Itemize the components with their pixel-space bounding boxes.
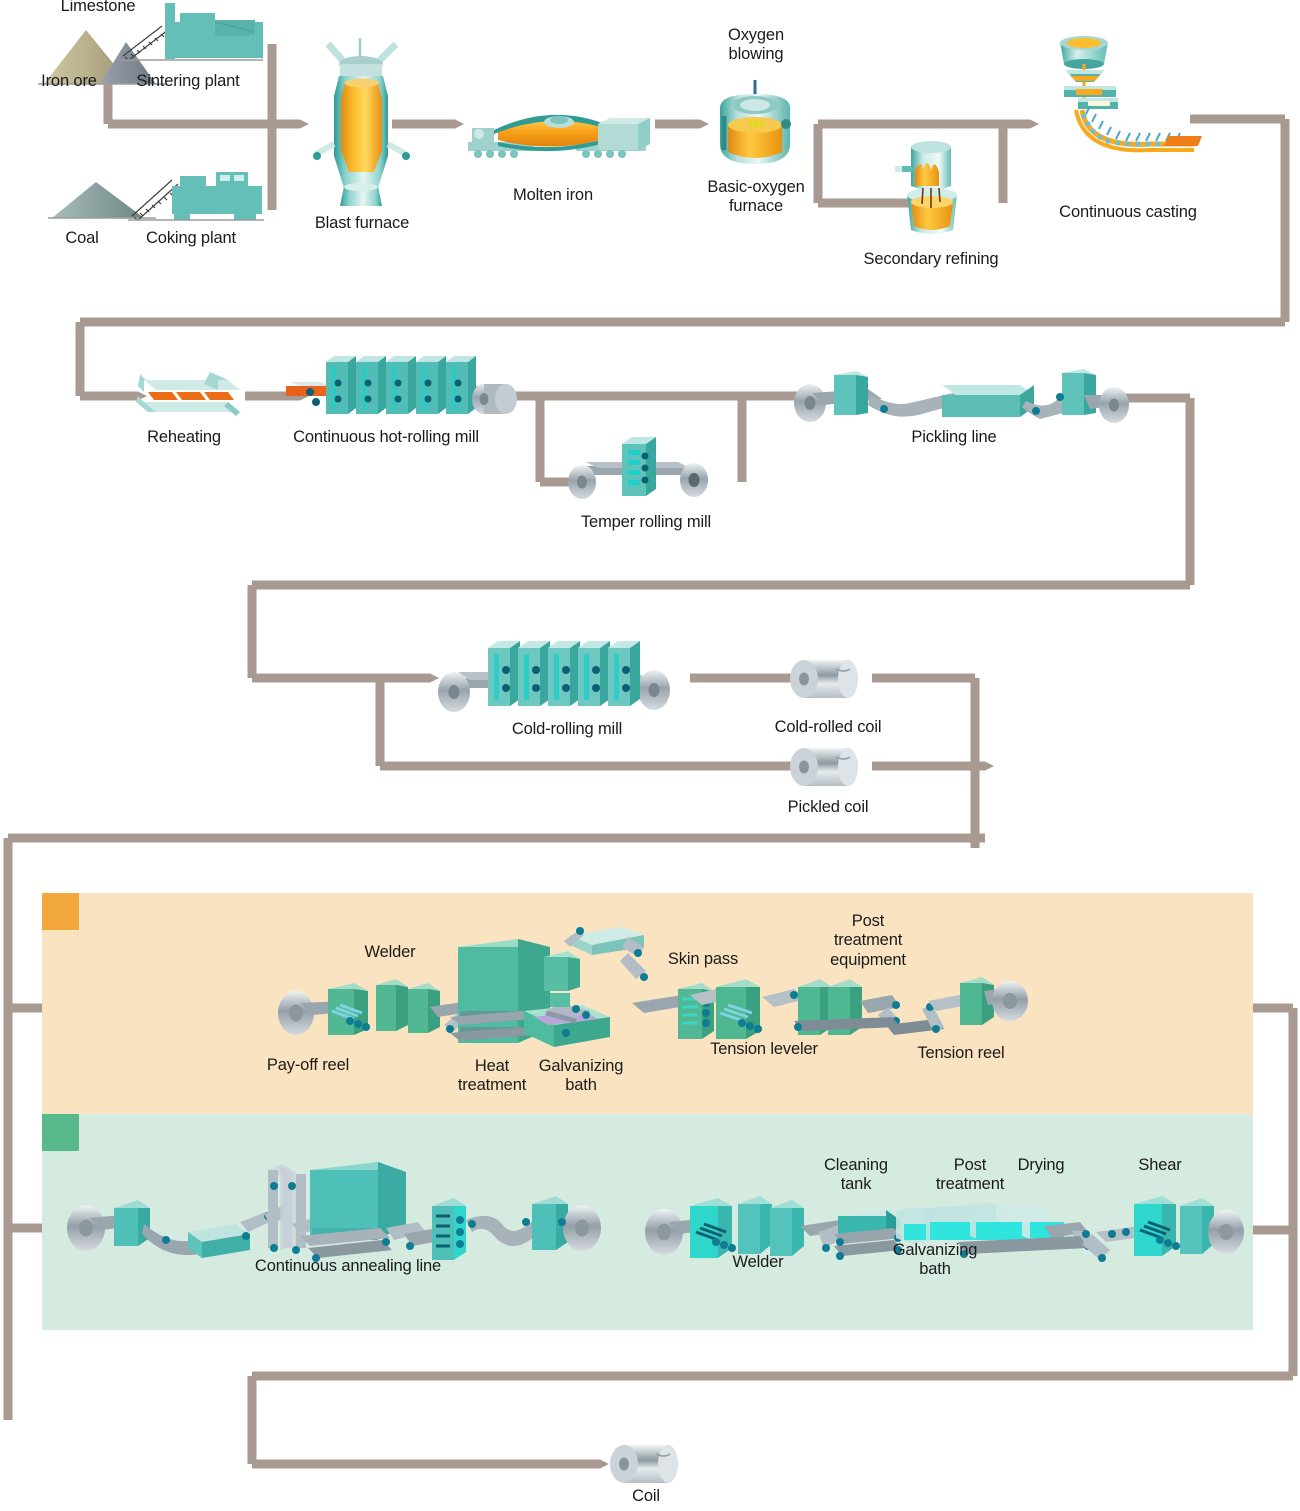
label-oxygen-blowing: Oxygen blowing (728, 26, 784, 64)
label-tension-reel: Tension reel (917, 1044, 1005, 1062)
label-secondary-refining: Secondary refining (863, 250, 999, 268)
reheating-icon (132, 368, 244, 426)
label-molten-iron: Molten iron (513, 186, 593, 204)
label-tension-leveler: Tension leveler (710, 1040, 818, 1058)
label-limestone: Limestone (60, 0, 136, 15)
temper-rolling-mill-icon (560, 434, 716, 506)
label-continuous-annealing-line: Continuous annealing line (254, 1257, 442, 1275)
coil-icon (608, 1440, 686, 1488)
secondary-refining-icon (893, 138, 967, 238)
label-pay-off-reel: Pay-off reel (266, 1056, 350, 1074)
label-cold-rolling-mill: Cold-rolling mill (511, 720, 623, 738)
label-sintering-plant: Sintering plant (136, 72, 240, 90)
label-temper-rolling-mill: Temper rolling mill (580, 513, 712, 531)
pickled-coil-icon (788, 743, 866, 791)
cold-rolling-mill-icon (430, 640, 680, 720)
label-coking-plant: Coking plant (146, 229, 236, 247)
annealing-line-marker (42, 1114, 79, 1151)
coking-plant-icon (128, 164, 264, 222)
process-flow-diagram: Limestone Iron ore Sintering plant Coal … (0, 0, 1300, 1511)
label-drying: Drying (1017, 1156, 1065, 1174)
label-skin-pass: Skin pass (667, 950, 739, 968)
label-pickling-line: Pickling line (911, 428, 997, 446)
label-post-treatment-equipment: Post treatment equipment (830, 912, 906, 969)
label-blast-furnace: Blast furnace (314, 214, 410, 232)
label-cleaning-tank: Cleaning tank (824, 1156, 888, 1194)
label-continuous-casting: Continuous casting (1059, 203, 1197, 221)
label-welder: Welder (364, 943, 416, 961)
label-basic-oxygen-furnace: Basic-oxygen furnace (707, 178, 805, 216)
continuous-casting-icon (1030, 36, 1202, 153)
label-reheating: Reheating (147, 428, 221, 446)
label-pickled-coil: Pickled coil (787, 798, 869, 816)
continuous-annealing-line-art (60, 1162, 605, 1272)
cold-rolled-coil-icon (788, 655, 866, 703)
label-continuous-hot-rolling-mill: Continuous hot-rolling mill (293, 428, 479, 446)
label-welder-2: Welder (732, 1253, 784, 1271)
label-galvanizing-bath-2: Galvanizing bath (892, 1241, 978, 1279)
label-heat-treatment: Heat treatment (457, 1057, 527, 1095)
basic-oxygen-furnace-icon (706, 80, 804, 180)
blast-furnace-icon (310, 38, 414, 208)
galvanizing-line-marker (42, 893, 79, 930)
pickling-line-icon (790, 363, 1130, 437)
continuous-hot-rolling-mill-icon (286, 356, 517, 430)
label-shear: Shear (1138, 1156, 1182, 1174)
label-galvanizing-bath: Galvanizing bath (538, 1057, 624, 1095)
molten-iron-icon (458, 100, 658, 162)
label-coil-output: Coil (632, 1487, 660, 1505)
label-cold-rolled-coil: Cold-rolled coil (774, 718, 882, 736)
